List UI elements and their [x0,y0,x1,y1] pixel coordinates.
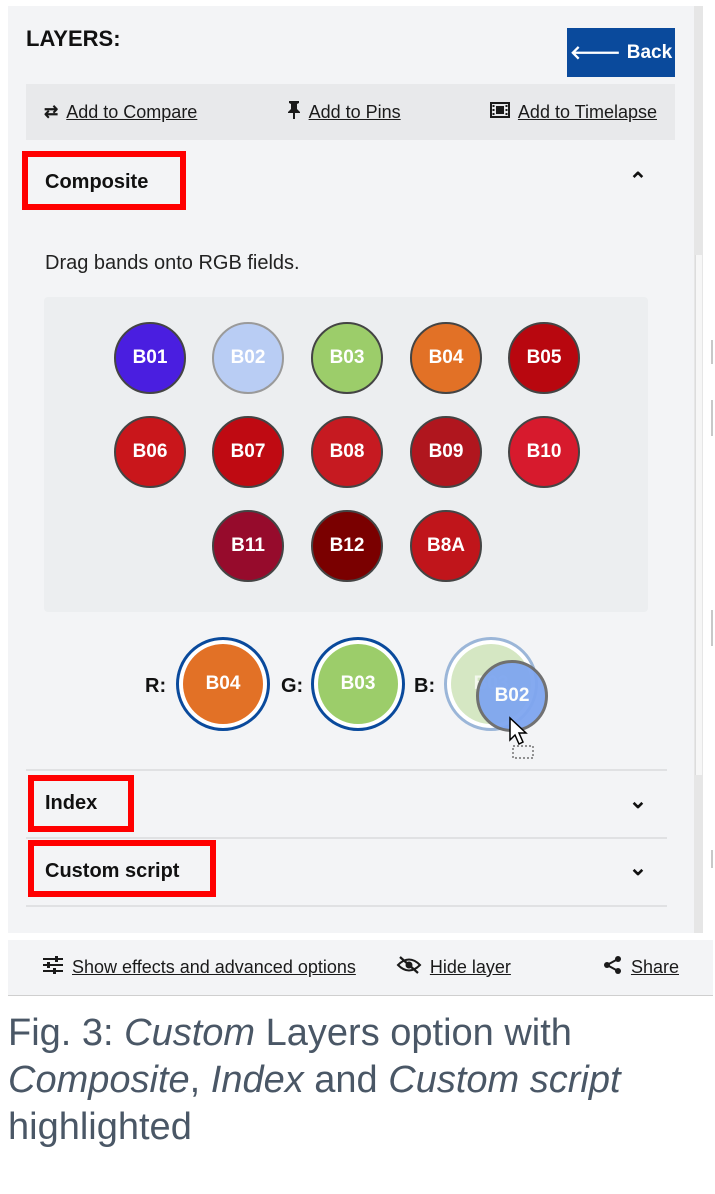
caption-comma: , [189,1059,211,1101]
band-chip-b07[interactable]: B07 [212,416,284,488]
scrollbar-thumb[interactable] [695,255,702,775]
add-to-timelapse-label: Add to Timelapse [517,101,657,122]
band-chip-b11[interactable]: B11 [212,510,284,582]
film-icon [489,101,510,123]
index-header[interactable]: Index [45,792,97,815]
r-slot-band: B04 [183,644,263,724]
band-chip-b01[interactable]: B01 [114,322,186,394]
composite-hint: Drag bands onto RGB fields. [45,252,300,274]
band-chip-b03[interactable]: B03 [311,322,383,394]
back-button[interactable]: 🡐 Back [567,28,675,77]
g-slot-band: B03 [318,644,398,724]
page-title: LAYERS: [26,26,121,51]
add-to-pins-link[interactable]: Add to Pins [287,100,401,125]
band-chip-b8a[interactable]: B8A [410,510,482,582]
custom-script-header[interactable]: Custom script [45,860,179,883]
section-divider [26,837,667,839]
caption-custom: Custom [124,1012,256,1054]
composite-header[interactable]: Composite [45,171,148,194]
g-label: G: [281,675,304,697]
sliders-icon [42,956,64,979]
add-to-compare-label: Add to Compare [66,101,198,122]
show-effects-link[interactable]: Show effects and advanced options [42,956,356,979]
band-chip-b08[interactable]: B08 [311,416,383,488]
chevron-down-icon[interactable]: ⌄ [626,788,650,814]
r-slot[interactable]: B04 [176,637,270,731]
edge-mark [711,850,713,868]
band-chip-b04[interactable]: B04 [410,322,482,394]
share-icon [603,955,623,980]
band-chip-b09[interactable]: B09 [410,416,482,488]
share-label: Share [630,957,679,977]
band-chip-b12[interactable]: B12 [311,510,383,582]
drag-cursor-icon [509,716,534,759]
hide-layer-link[interactable]: Hide layer [396,956,511,979]
edge-mark [711,400,713,436]
back-button-label: Back [626,41,673,63]
r-label: R: [145,675,167,697]
caption-custom-script: Custom script [388,1059,621,1101]
edge-mark [711,610,713,646]
band-chip-b06[interactable]: B06 [114,416,186,488]
chevron-down-icon[interactable]: ⌄ [626,855,650,881]
caption-suffix: highlighted [8,1106,192,1148]
caption-composite: Composite [8,1059,190,1101]
show-effects-label: Show effects and advanced options [72,957,356,977]
band-chip-b10[interactable]: B10 [508,416,580,488]
arrow-left-icon: 🡐 [569,42,621,64]
add-to-compare-link[interactable]: ⇄ Add to Compare [44,102,197,123]
section-divider [26,905,667,907]
layer-footer: Show effects and advanced options Hide l… [8,940,713,996]
add-to-timelapse-link[interactable]: Add to Timelapse [489,101,657,123]
hide-layer-label: Hide layer [429,957,511,977]
caption-index: Index [210,1059,304,1101]
add-to-pins-label: Add to Pins [308,101,401,122]
figure-caption: Fig. 3: Custom Layers option with Compos… [8,1010,708,1151]
band-chip-b05[interactable]: B05 [508,322,580,394]
caption-prefix: Fig. 3: [8,1012,125,1054]
layer-toolbar: ⇄ Add to Compare Add to Pins Add to Time… [26,84,675,140]
band-chip-b02[interactable]: B02 [212,322,284,394]
b-label: B: [414,675,436,697]
chevron-up-icon[interactable]: ⌃ [626,168,650,194]
eye-off-icon [396,956,422,979]
edge-mark [711,340,713,364]
section-divider [26,769,667,771]
swap-arrows-icon: ⇄ [44,102,59,121]
caption-and: and [303,1059,389,1101]
share-link[interactable]: Share [603,955,679,980]
caption-mid: Layers option with [255,1012,572,1054]
g-slot[interactable]: B03 [311,637,405,731]
pin-icon [287,100,301,125]
